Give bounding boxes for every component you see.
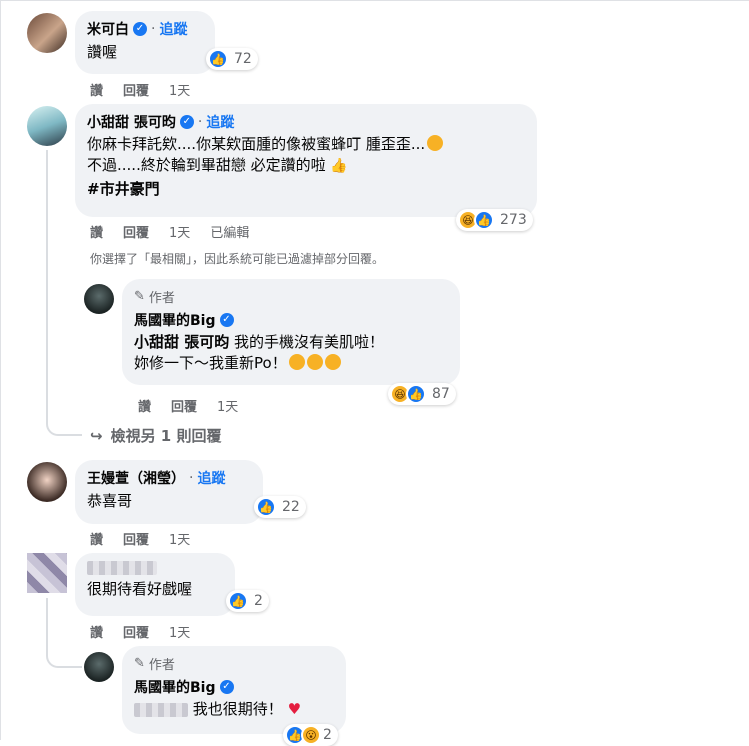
laughing-emoji-icon bbox=[306, 354, 323, 370]
author-tag: 作者 bbox=[148, 658, 175, 673]
reaction-count: 2 bbox=[323, 727, 332, 743]
edited-label[interactable]: 已編輯 bbox=[210, 222, 249, 241]
comment-actions: 讚 回覆 1天 bbox=[90, 622, 190, 641]
like-button[interactable]: 讚 bbox=[90, 222, 103, 241]
reaction-count: 22 bbox=[282, 499, 300, 515]
reaction-count: 87 bbox=[432, 386, 450, 402]
follow-button[interactable]: 追蹤 bbox=[197, 468, 225, 488]
like-reaction-icon: 👍 bbox=[474, 210, 494, 230]
comment-actions: 讚 回覆 1天 已編輯 bbox=[90, 222, 249, 241]
avatar[interactable] bbox=[27, 13, 67, 53]
author-tag: 作者 bbox=[148, 291, 175, 306]
follow-button[interactable]: 追蹤 bbox=[159, 19, 187, 39]
pencil-icon: ✎ bbox=[134, 289, 145, 304]
reaction-summary[interactable]: 👍 22 bbox=[254, 496, 306, 518]
avatar[interactable] bbox=[27, 106, 67, 146]
separator-dot: · bbox=[189, 470, 194, 486]
view-more-replies-button[interactable]: ↪ 檢視另 1 則回覆 bbox=[90, 425, 221, 446]
blurred-name bbox=[87, 561, 157, 575]
heart-emoji-icon: ♥ bbox=[287, 700, 302, 718]
reaction-summary[interactable]: 😆 👍 273 bbox=[456, 209, 533, 231]
comment-actions: 讚 回覆 1天 bbox=[90, 529, 190, 548]
reaction-summary[interactable]: 👍 😮 2 bbox=[283, 724, 338, 746]
verified-icon: ✓ bbox=[219, 313, 234, 327]
like-button[interactable]: 讚 bbox=[90, 622, 103, 641]
reaction-summary[interactable]: 👍 72 bbox=[206, 48, 258, 70]
relieved-emoji-icon bbox=[427, 135, 444, 151]
comment-text: 很期待看好戲喔 bbox=[87, 580, 193, 598]
commenter-name[interactable]: 米可白 bbox=[87, 19, 129, 39]
timestamp[interactable]: 1天 bbox=[169, 222, 190, 241]
comment-text: 恭喜哥 bbox=[87, 492, 133, 510]
reaction-count: 2 bbox=[254, 593, 263, 609]
reaction-count: 72 bbox=[234, 51, 252, 67]
avatar[interactable] bbox=[27, 462, 67, 502]
like-reaction-icon: 👍 bbox=[208, 49, 228, 69]
reply-bubble: ✎ 作者 馬國畢的Big ✓ 小甜甜 張可昀 我的手機沒有美肌啦！ 妳修一下～我… bbox=[122, 279, 460, 385]
commenter-name[interactable]: 馬國畢的Big bbox=[134, 677, 216, 697]
reply-actions: 讚 回覆 1天 bbox=[138, 396, 238, 415]
wow-reaction-icon: 😮 bbox=[301, 725, 321, 745]
like-button[interactable]: 讚 bbox=[90, 80, 103, 99]
like-reaction-icon: 👍 bbox=[228, 591, 248, 611]
view-more-replies-label: 檢視另 1 則回覆 bbox=[110, 427, 222, 445]
filter-note: 你選擇了「最相關」，因此系統可能已過濾掉部分回覆。 bbox=[90, 252, 385, 266]
separator-dot: · bbox=[151, 21, 156, 37]
timestamp[interactable]: 1天 bbox=[217, 396, 238, 415]
comment-actions: 讚 回覆 1天 bbox=[90, 80, 190, 99]
thumbs-up-emoji-icon: 👍 bbox=[325, 158, 348, 174]
reply-text-line: 我的手機沒有美肌啦！ bbox=[234, 333, 385, 351]
timestamp[interactable]: 1天 bbox=[169, 529, 190, 548]
like-reaction-icon: 👍 bbox=[406, 384, 426, 404]
comment-bubble: 小甜甜 張可昀 ✓ · 追蹤 你麻卡拜託欸....你某欸面腫的像被蜜蜂叮 腫歪歪… bbox=[75, 104, 537, 217]
like-button[interactable]: 讚 bbox=[90, 529, 103, 548]
timestamp[interactable]: 1天 bbox=[169, 622, 190, 641]
reply-button[interactable]: 回覆 bbox=[123, 622, 149, 641]
commenter-name[interactable]: 馬國畢的Big bbox=[134, 310, 216, 330]
comment-bubble: 米可白 ✓ · 追蹤 讚喔 bbox=[75, 11, 215, 74]
hashtag-link[interactable]: #市井豪門 bbox=[87, 179, 525, 200]
comment-bubble: 王嫚萱（湘瑩） · 追蹤 恭喜哥 bbox=[75, 460, 263, 524]
thread-connector bbox=[46, 272, 78, 300]
reaction-count: 273 bbox=[500, 212, 527, 228]
like-button[interactable]: 讚 bbox=[138, 396, 151, 415]
reply-button[interactable]: 回覆 bbox=[171, 396, 197, 415]
comment-text: 讚喔 bbox=[87, 43, 118, 61]
avatar[interactable] bbox=[84, 652, 114, 682]
verified-icon: ✓ bbox=[179, 115, 194, 129]
like-reaction-icon: 👍 bbox=[256, 497, 276, 517]
laughing-emoji-icon bbox=[324, 354, 341, 370]
thread-connector bbox=[46, 416, 82, 436]
comment-text-line: 你麻卡拜託欸....你某欸面腫的像被蜜蜂叮 腫歪歪... bbox=[87, 135, 426, 153]
reply-arrow-icon: ↪ bbox=[90, 426, 103, 445]
reply-text-line: 妳修一下～我重新Po！ bbox=[134, 354, 287, 372]
avatar[interactable] bbox=[84, 284, 114, 314]
verified-icon: ✓ bbox=[133, 22, 147, 36]
comment-text-line: 不過.....終於輪到畢甜戀 必定讚的啦 bbox=[87, 156, 326, 174]
pencil-icon: ✎ bbox=[134, 656, 145, 671]
thread-connector bbox=[46, 598, 82, 668]
blurred-mention bbox=[134, 702, 188, 717]
comment-bubble: 很期待看好戲喔 bbox=[75, 553, 235, 616]
commenter-name[interactable]: 王嫚萱（湘瑩） bbox=[87, 468, 185, 488]
reply-button[interactable]: 回覆 bbox=[123, 529, 149, 548]
verified-icon: ✓ bbox=[219, 680, 234, 694]
laughing-emoji-icon bbox=[288, 354, 305, 370]
commenter-name[interactable]: 小甜甜 張可昀 bbox=[87, 112, 176, 132]
reaction-summary[interactable]: 👍 2 bbox=[226, 590, 269, 612]
avatar[interactable] bbox=[27, 553, 67, 593]
timestamp[interactable]: 1天 bbox=[169, 80, 190, 99]
separator-dot: · bbox=[197, 114, 203, 130]
reaction-summary[interactable]: 😆 👍 87 bbox=[388, 383, 456, 405]
follow-button[interactable]: 追蹤 bbox=[206, 112, 234, 132]
reply-text: 我也很期待！ bbox=[192, 700, 283, 718]
reply-bubble: ✎ 作者 馬國畢的Big ✓ 我也很期待！ ♥ bbox=[122, 646, 346, 734]
reply-button[interactable]: 回覆 bbox=[123, 80, 149, 99]
mention-link[interactable]: 小甜甜 張可昀 bbox=[134, 333, 229, 351]
reply-button[interactable]: 回覆 bbox=[123, 222, 149, 241]
